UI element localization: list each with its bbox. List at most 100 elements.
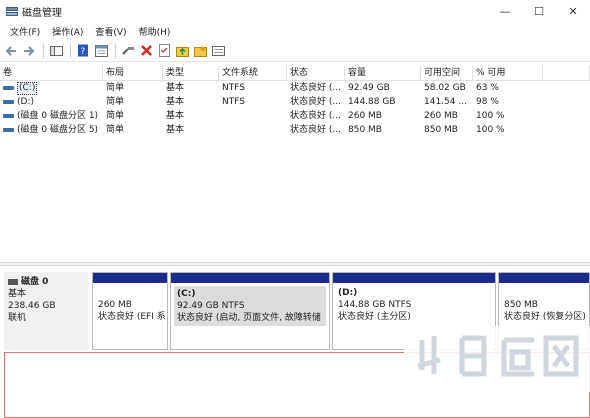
partition-name — [504, 287, 584, 299]
partition-name: (D:) — [338, 288, 358, 298]
volume-name[interactable]: (磁盘 0 磁盘分区 1) — [17, 109, 98, 123]
disk-0-label[interactable]: 磁盘 0 基本 238.46 GB 联机 — [4, 272, 88, 350]
watermark-logo — [417, 335, 579, 377]
disk-status: 联机 — [8, 313, 27, 323]
status-cell: 状态良好 (... — [290, 97, 341, 107]
free-space-cell: 58.02 GB — [424, 83, 466, 93]
folder-star-icon[interactable] — [192, 43, 208, 59]
disk-type: 基本 — [8, 289, 27, 299]
volume-name[interactable]: (D:) — [17, 95, 34, 109]
partition-header-bar — [93, 273, 167, 283]
column-capacity[interactable]: 容量 — [345, 66, 421, 80]
volume-name[interactable]: (C:) — [17, 81, 38, 95]
svg-text:?: ? — [81, 47, 86, 57]
column-filesystem[interactable]: 文件系统 — [219, 66, 287, 80]
console-tree-icon[interactable] — [48, 43, 64, 59]
percent-free-cell: 98 % — [476, 97, 499, 107]
partition-status: 状态良好 (启动, 页面文件, 故障转储 — [177, 313, 321, 323]
delete-icon[interactable] — [138, 43, 154, 59]
partition-header-bar — [171, 273, 329, 283]
partition-size: 260 MB — [98, 300, 132, 310]
percent-free-cell: 63 % — [476, 83, 499, 93]
partition-name: (C:) — [177, 289, 196, 299]
table-row[interactable]: (磁盘 0 磁盘分区 1) 简单 基本 状态良好 (... 260 MB 260… — [0, 109, 590, 123]
free-space-cell: 141.54 ... — [424, 97, 467, 107]
percent-free-cell: 100 % — [476, 125, 505, 135]
partition-status: 状态良好 (主分区) — [338, 312, 411, 322]
volume-list-header: 卷 布局 类型 文件系统 状态 容量 可用空间 % 可用 — [0, 66, 590, 81]
disk-icon — [8, 279, 18, 285]
forward-icon[interactable] — [21, 43, 37, 59]
partition-header-bar — [333, 273, 495, 283]
column-free-space[interactable]: 可用空间 — [421, 66, 473, 80]
disk-management-icon — [6, 5, 18, 17]
partition-c[interactable]: (C:) 92.49 GB NTFS 状态良好 (启动, 页面文件, 故障转储 — [170, 272, 330, 350]
column-status[interactable]: 状态 — [287, 66, 345, 80]
capacity-cell: 260 MB — [348, 111, 382, 121]
properties-icon[interactable] — [93, 43, 109, 59]
capacity-cell: 92.49 GB — [348, 83, 390, 93]
column-filler — [543, 66, 590, 80]
toolbar: ? — [0, 40, 590, 62]
partition-efi[interactable]: 260 MB 状态良好 (EFI 系 — [92, 272, 168, 350]
table-row[interactable]: (磁盘 0 磁盘分区 5) 简单 基本 状态良好 (... 850 MB 850… — [0, 123, 590, 137]
type-cell: 基本 — [166, 83, 185, 93]
help-icon[interactable]: ? — [75, 43, 91, 59]
filesystem-cell — [219, 123, 287, 137]
free-space-cell: 850 MB — [424, 125, 458, 135]
column-layout[interactable]: 布局 — [103, 66, 163, 80]
window-title: 磁盘管理 — [22, 7, 62, 19]
layout-cell: 简单 — [106, 83, 125, 93]
drive-icon — [3, 86, 14, 90]
table-row[interactable]: (D:) 简单 基本 NTFS 状态良好 (... 144.88 GB 141.… — [0, 95, 590, 109]
toolbar-separator — [115, 43, 116, 58]
maximize-button[interactable]: ☐ — [522, 0, 556, 22]
watermark — [404, 326, 590, 392]
filesystem-cell — [219, 109, 287, 123]
connect-icon[interactable] — [120, 43, 136, 59]
layout-cell: 简单 — [106, 97, 125, 107]
column-type[interactable]: 类型 — [163, 66, 219, 80]
table-row[interactable]: (C:) 简单 基本 NTFS 状态良好 (... 92.49 GB 58.02… — [0, 81, 590, 95]
percent-free-cell: 100 % — [476, 111, 505, 121]
partition-status: 状态良好 (EFI 系 — [98, 312, 166, 322]
minimize-button[interactable]: — — [488, 0, 522, 22]
partition-size: 850 MB — [504, 300, 538, 310]
view-icon[interactable] — [210, 43, 226, 59]
drive-icon — [3, 128, 14, 132]
type-cell: 基本 — [166, 125, 185, 135]
disk-name: 磁盘 0 — [21, 277, 49, 287]
menu-help[interactable]: 帮助(H) — [133, 25, 177, 38]
layout-cell: 简单 — [106, 111, 125, 121]
partition-size: 92.49 GB NTFS — [177, 301, 245, 311]
column-percent-free[interactable]: % 可用 — [473, 66, 543, 80]
partition-size: 144.88 GB NTFS — [338, 300, 412, 310]
status-cell: 状态良好 (... — [290, 111, 341, 121]
partition-header-bar — [499, 273, 589, 283]
capacity-cell: 144.88 GB — [348, 97, 396, 107]
volume-list: 卷 布局 类型 文件系统 状态 容量 可用空间 % 可用 (C:) 简单 基本 … — [0, 66, 590, 137]
volume-name[interactable]: (磁盘 0 磁盘分区 5) — [17, 123, 98, 137]
menu-file[interactable]: 文件(F) — [4, 25, 46, 38]
close-button[interactable]: ✕ — [556, 0, 590, 22]
disk-size: 238.46 GB — [8, 301, 56, 311]
menu-bar: 文件(F) 操作(A) 查看(V) 帮助(H) — [0, 22, 590, 40]
folder-up-icon[interactable] — [174, 43, 190, 59]
menu-view[interactable]: 查看(V) — [89, 25, 132, 38]
layout-cell: 简单 — [106, 125, 125, 135]
title-bar: 磁盘管理 — ☐ ✕ — [0, 0, 590, 22]
type-cell: 基本 — [166, 97, 185, 107]
capacity-cell: 850 MB — [348, 125, 382, 135]
drive-icon — [3, 114, 14, 118]
back-icon[interactable] — [3, 43, 19, 59]
window-controls: — ☐ ✕ — [488, 0, 590, 22]
status-cell: 状态良好 (... — [290, 125, 341, 135]
drive-icon — [3, 100, 14, 104]
filesystem-cell: NTFS — [222, 83, 245, 93]
partition-name — [98, 287, 162, 299]
menu-action[interactable]: 操作(A) — [46, 25, 89, 38]
filesystem-cell: NTFS — [222, 97, 245, 107]
free-space-cell: 260 MB — [424, 111, 458, 121]
checklist-icon[interactable] — [156, 43, 172, 59]
column-volume[interactable]: 卷 — [0, 66, 103, 80]
